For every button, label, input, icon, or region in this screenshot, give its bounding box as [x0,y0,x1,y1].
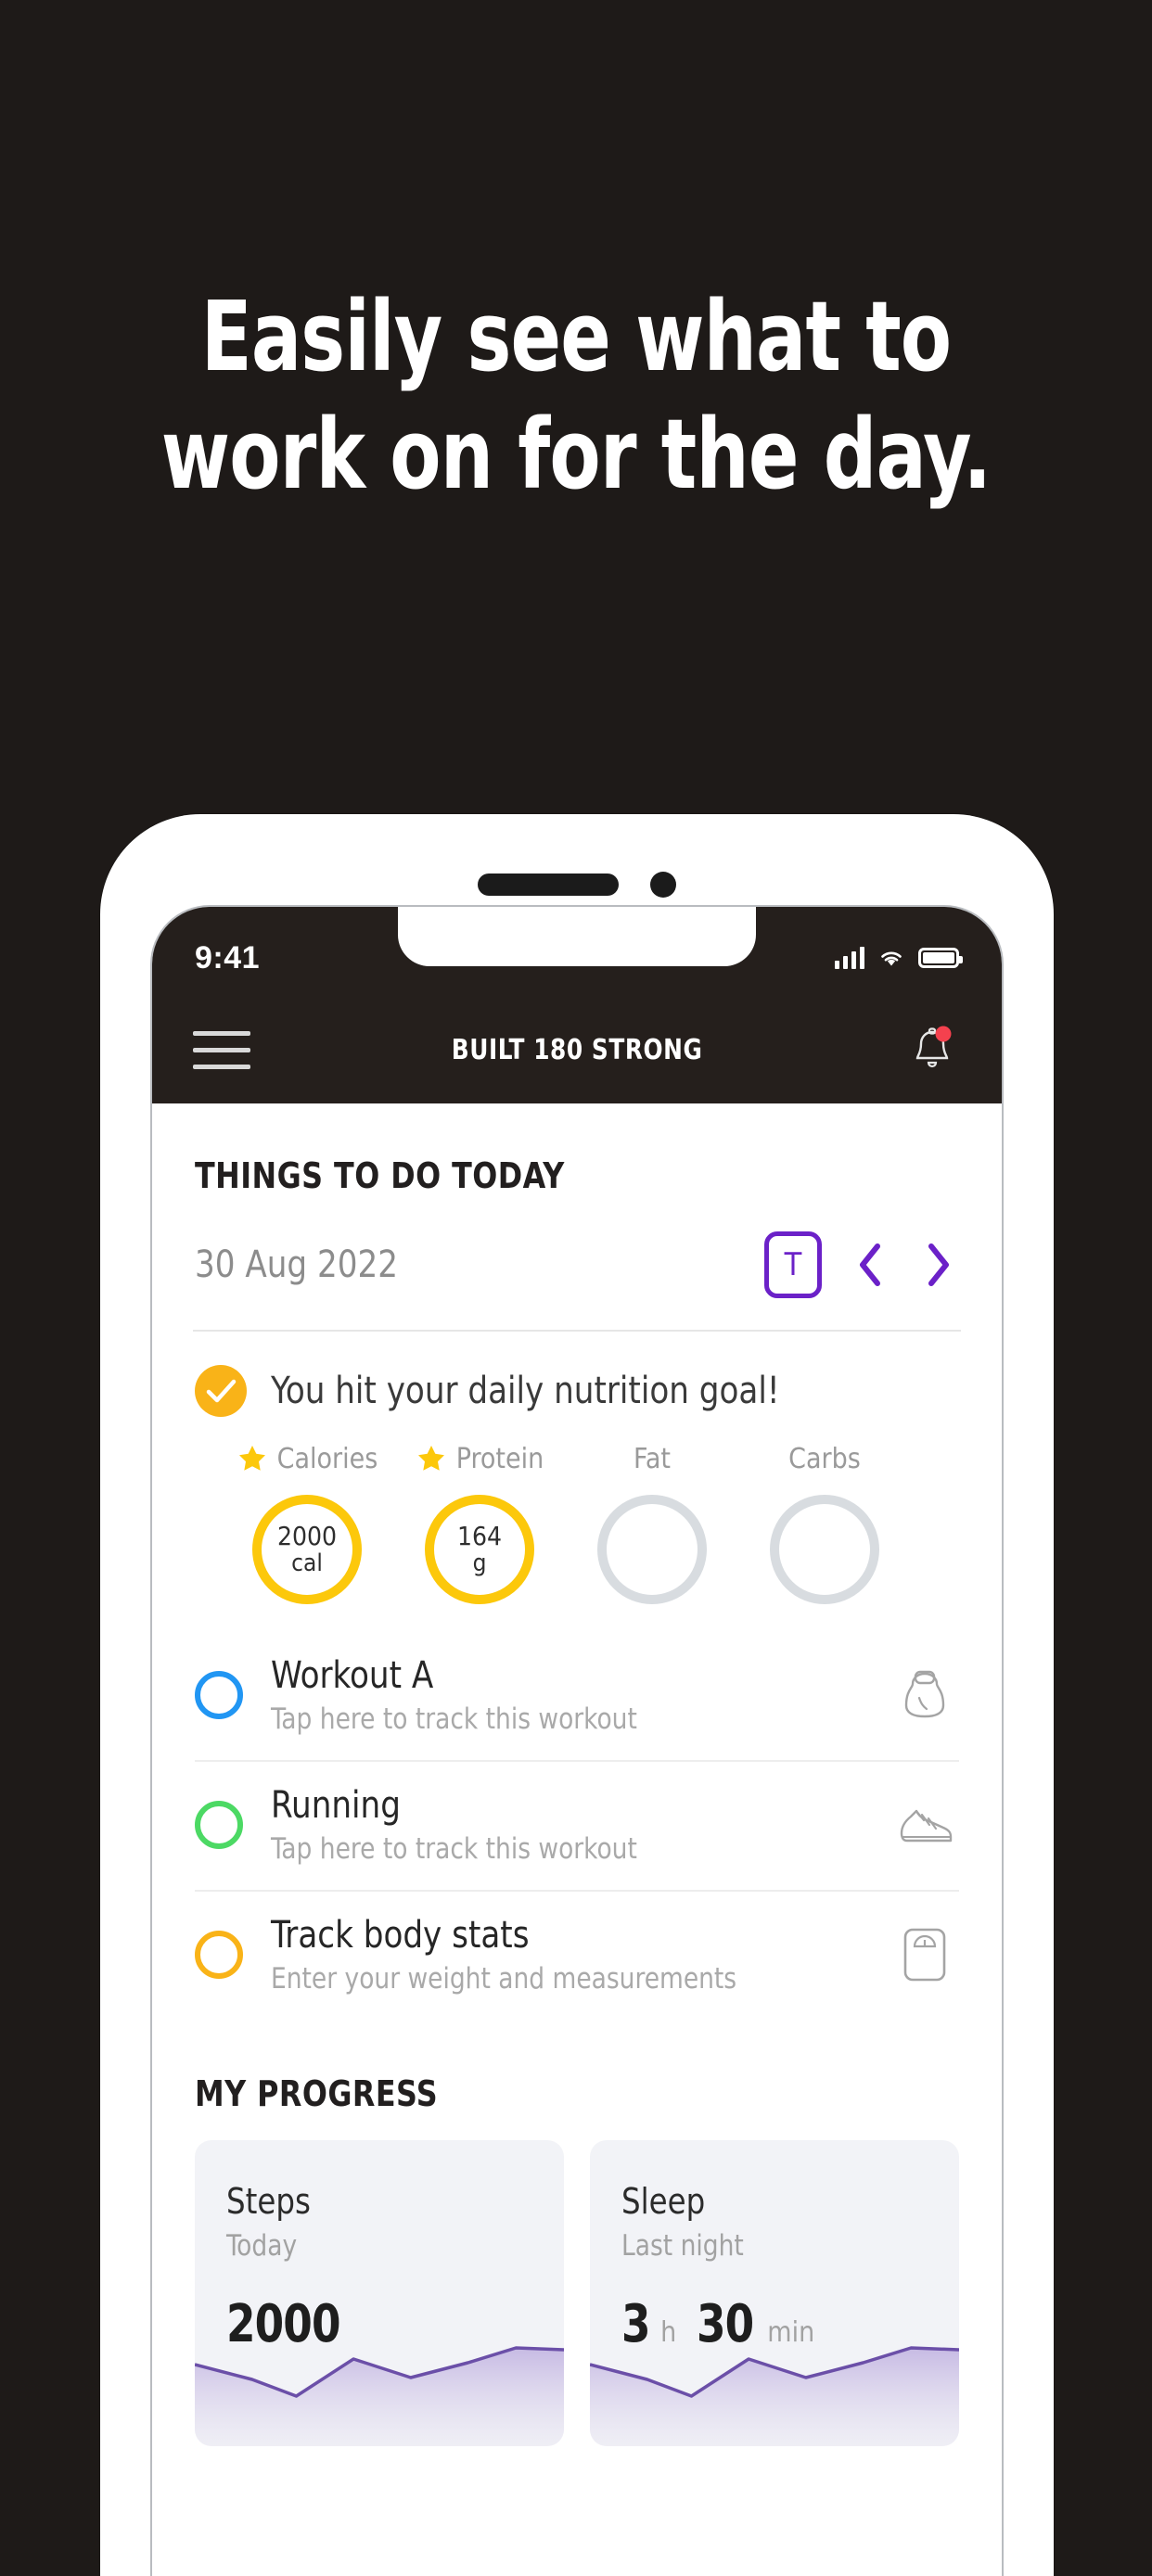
chevron-right-icon[interactable] [918,1239,959,1291]
chevron-left-icon[interactable] [850,1239,890,1291]
sleep-sparkline-chart [590,2346,959,2446]
macro-unit: g [472,1549,487,1578]
check-circle-icon [195,1365,247,1417]
task-subtitle: Tap here to track this workout [271,1832,637,1866]
app-title: BUILT 180 STRONG [451,1033,703,1066]
progress-card-sleep[interactable]: Sleep Last night 3 h 30 min [590,2140,959,2446]
phone-screen: 9:41 BUILT 180 STRONG THINGS TO DO TODAY… [152,907,1002,2576]
phone-notch-hardware [438,872,716,898]
earpiece-speaker-icon [478,874,619,896]
status-bar-icons [835,947,963,969]
macro-value: 164 [456,1520,503,1551]
macro-calories[interactable]: Calories 2000 cal [221,1439,393,1604]
task-checkbox[interactable] [195,1931,243,1979]
date-navigation-row: 30 Aug 2022 T [152,1231,1002,1298]
notifications-button[interactable] [903,1021,961,1078]
star-icon [417,1446,444,1471]
task-title: Track body stats [271,1914,530,1957]
phone-mockup-frame: 9:41 BUILT 180 STRONG THINGS TO DO TODAY… [100,814,1054,2576]
task-title: Workout A [271,1654,434,1697]
wifi-icon [881,951,902,966]
kettlebell-icon [904,1670,945,1718]
card-subtitle: Last night [621,2229,744,2263]
headline-line-2: work on for the day. [160,397,992,511]
current-date-label: 30 Aug 2022 [195,1243,398,1286]
macro-value: 2000 [276,1520,338,1551]
card-title: Sleep [621,2181,706,2222]
task-checkbox[interactable] [195,1671,243,1719]
marketing-headline: Easily see what to work on for the day. [81,278,1071,514]
app-content: THINGS TO DO TODAY 30 Aug 2022 T You hit… [152,1103,1002,2446]
sneaker-icon [900,1809,953,1843]
star-icon [238,1446,265,1471]
nutrition-summary[interactable]: You hit your daily nutrition goal! Calor… [152,1332,1002,1604]
app-bar: BUILT 180 STRONG [152,996,1002,1103]
today-button[interactable]: T [764,1231,822,1298]
task-row-workout-a[interactable]: Workout A Tap here to track this workout [152,1630,1002,1760]
progress-header: MY PROGRESS [152,2020,1002,2114]
app-top-bar-area: 9:41 BUILT 180 STRONG [152,907,1002,1103]
front-camera-icon [650,872,676,898]
macro-unit: cal [291,1549,323,1578]
cellular-bars-icon [835,947,864,969]
progress-card-steps[interactable]: Steps Today 2000 [195,2140,564,2446]
macro-protein[interactable]: Protein 164 g [393,1439,566,1604]
task-checkbox[interactable] [195,1801,243,1849]
card-subtitle: Today [226,2229,298,2263]
task-title: Running [271,1784,401,1827]
task-body: Workout A Tap here to track this workout [271,1654,863,1736]
macro-rings-row: Calories 2000 cal Protein 164 g Fat Carb… [195,1439,959,1604]
task-subtitle: Enter your weight and measurements [271,1962,737,1996]
status-bar-time: 9:41 [195,939,261,976]
scale-icon [903,1928,946,1982]
card-title: Steps [226,2181,311,2222]
macro-label: Calories [276,1442,378,1475]
macro-label: Carbs [788,1442,861,1475]
macro-label: Fat [634,1442,671,1475]
macro-ring [770,1495,879,1604]
macro-carbs[interactable]: Carbs [738,1439,911,1604]
hamburger-menu-icon[interactable] [193,1030,250,1069]
steps-sparkline-chart [195,2346,564,2446]
macro-ring: 2000 cal [252,1495,362,1604]
status-bar: 9:41 [152,907,1002,996]
headline-line-1: Easily see what to [200,280,952,393]
task-list: Workout A Tap here to track this workout… [152,1630,1002,2020]
task-subtitle: Tap here to track this workout [271,1702,637,1736]
macro-ring [597,1495,707,1604]
task-row-running[interactable]: Running Tap here to track this workout [152,1760,1002,1890]
todo-header: THINGS TO DO TODAY [152,1103,1002,1196]
macro-ring: 164 g [425,1495,534,1604]
notification-badge-dot [935,1026,952,1042]
date-controls: T [764,1231,959,1298]
battery-icon [918,948,963,968]
macro-fat[interactable]: Fat [566,1439,738,1604]
nutrition-goal-row: You hit your daily nutrition goal! [195,1365,959,1417]
task-body: Track body stats Enter your weight and m… [271,1914,863,1996]
nutrition-goal-message: You hit your daily nutrition goal! [271,1370,780,1412]
task-body: Running Tap here to track this workout [271,1784,863,1866]
task-row-body-stats[interactable]: Track body stats Enter your weight and m… [152,1890,1002,2020]
progress-section-title: MY PROGRESS [195,2073,439,2114]
macro-label: Protein [455,1442,544,1475]
progress-cards: Steps Today 2000 Sleep Last night 3 h 30… [152,2114,1002,2446]
todo-section-title: THINGS TO DO TODAY [195,1155,565,1196]
